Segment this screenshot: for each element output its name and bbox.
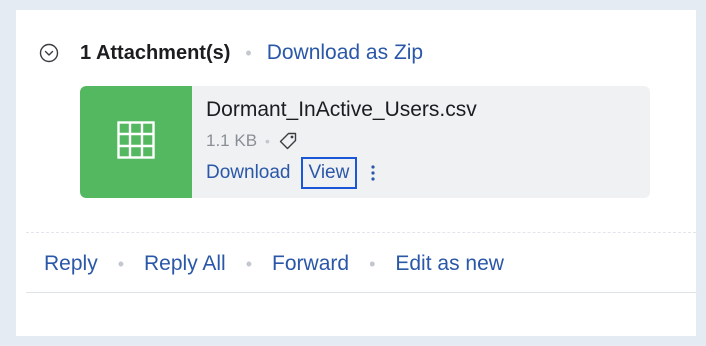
separator-dot: • — [117, 253, 125, 274]
download-link[interactable]: Download — [206, 162, 291, 184]
separator-dot: • — [369, 253, 376, 274]
file-size: 1.1 KB — [206, 131, 258, 150]
chevron-circle-icon[interactable] — [38, 42, 60, 64]
reply-all-link[interactable]: Reply All — [144, 252, 226, 276]
forward-link[interactable]: Forward — [272, 252, 349, 276]
attachments-header: 1 Attachment(s) • Download as Zip — [38, 38, 423, 68]
file-thumbnail[interactable] — [80, 86, 192, 198]
reply-actions: Reply • Reply All • Forward • Edit as ne… — [44, 248, 504, 280]
attachment-card[interactable]: Dormant_InActive_Users.csv 1.1 KB • Down… — [80, 86, 650, 198]
separator-dot: • — [245, 42, 252, 63]
reply-link[interactable]: Reply — [44, 252, 98, 276]
spreadsheet-grid-icon — [117, 120, 155, 164]
footer-divider — [26, 292, 696, 293]
file-meta: 1.1 KB • — [206, 130, 477, 152]
message-footer-panel: 1 Attachment(s) • Download as Zip Dorman… — [16, 10, 696, 336]
section-divider — [26, 232, 696, 233]
attachment-count: 1 Attachment(s) — [80, 41, 231, 64]
file-info: Dormant_InActive_Users.csv 1.1 KB • Down… — [206, 96, 477, 189]
view-button[interactable]: View — [300, 157, 358, 189]
file-actions: Download View — [206, 157, 477, 189]
file-name: Dormant_InActive_Users.csv — [206, 98, 477, 121]
tag-icon[interactable] — [278, 131, 298, 151]
separator-dot: • — [245, 253, 253, 274]
more-options-icon[interactable] — [367, 161, 379, 185]
edit-as-new-link[interactable]: Edit as new — [395, 252, 504, 276]
download-as-zip-link[interactable]: Download as Zip — [267, 41, 423, 65]
separator-dot: • — [265, 133, 270, 149]
